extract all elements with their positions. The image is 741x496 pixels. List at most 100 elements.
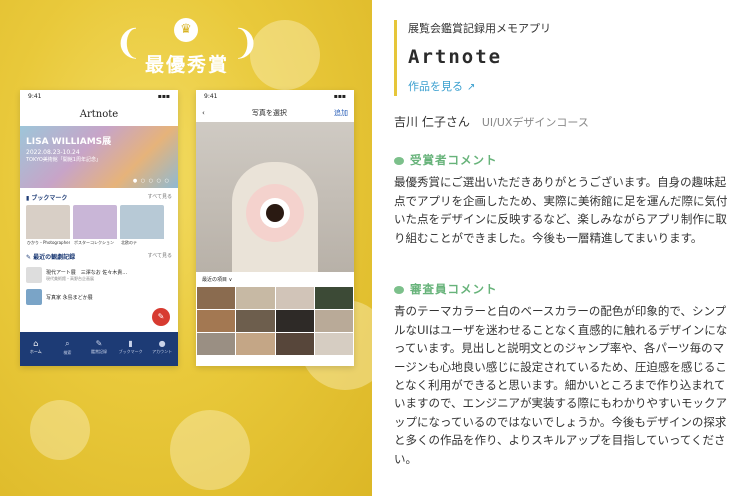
status-bar: 9:41 ▪▪▪ [196, 90, 354, 104]
signal-icon: ▪▪▪ [157, 93, 170, 100]
hero-title: LISA WILLIAMS展 [26, 137, 112, 147]
winner-comment-text: 最優秀賞にご選出いただきありがとうございます。自身の趣味起点でアプリを企画したた… [394, 175, 728, 245]
selected-photo-preview [196, 122, 354, 272]
winner-comment-section: 受賞者コメント 最優秀賞にご選出いただきありがとうございます。自身の趣味起点でア… [394, 151, 734, 247]
view-work-label: 作品を見る [408, 80, 463, 93]
judge-comment-section: 審査員コメント 青のテーマカラーと白のベースカラーの配色が印象的で、シンプルなU… [394, 280, 734, 468]
tab-home[interactable]: ⌂ ホーム [22, 339, 50, 355]
photo-grid [196, 287, 354, 355]
status-time: 9:41 [204, 93, 218, 100]
judge-comment-text: 青のテーマカラーと白のベースカラーの配色が印象的で、シンプルなUIはユーザを迷わ… [394, 304, 728, 466]
back-chevron-icon[interactable]: ‹ [202, 109, 205, 117]
add-record-button[interactable]: ✎ [152, 308, 170, 326]
info-panel: 展覧会鑑賞記録用メモアプリ Artnote 作品を見る ↗ 吉川 仁子さん UI/U… [372, 0, 741, 496]
hero-place: TOKYO美術館「開館1周年記念」 [26, 157, 101, 163]
phone-mockup-photo-select: 9:41 ▪▪▪ ‹ 写真を選択 追加 最近の項目 ∨ [196, 90, 354, 366]
photo-thumbnail[interactable] [314, 333, 353, 355]
photo-thumbnail[interactable] [275, 287, 314, 309]
photo-thumbnail[interactable] [275, 310, 314, 332]
bookmark-icon: ▮ [128, 339, 133, 348]
photo-thumbnail[interactable] [314, 287, 353, 309]
account-icon: ● [158, 339, 166, 348]
photo-thumbnail[interactable] [314, 310, 353, 332]
record-item[interactable]: 現代アート展 三澤なお 佐々木貴… 現代美術館・高野台企画展 [20, 264, 178, 286]
tab-label: ブックマーク [118, 349, 143, 354]
phone-mockup-home: 9:41 ▪▪▪ Artnote LISA WILLIAMS展 2022.08.… [20, 90, 178, 366]
course-name: UI/UXデザインコース [481, 116, 589, 129]
bookmark-see-all-link[interactable]: すべて見る [148, 193, 172, 202]
bokeh-light [30, 400, 90, 460]
photo-thumbnail[interactable] [197, 310, 236, 332]
judge-heading-text: 審査員コメント [410, 282, 498, 296]
record-subtitle: 現代美術館・高野台企画展 [46, 275, 94, 281]
status-bar: 9:41 ▪▪▪ [20, 90, 178, 104]
tab-label: アカウント [152, 349, 173, 354]
tab-records[interactable]: ✎ 鑑賞記録 [85, 339, 113, 355]
tab-bookmark[interactable]: ▮ ブックマーク [117, 339, 145, 355]
showcase-panel: ❨ ♛ ❩ 最優秀賞 9:41 ▪▪▪ Artnote LISA WILLIAM… [0, 0, 372, 496]
bookmark-heading: ブックマーク [31, 195, 68, 202]
bookmark-card-label: ひかり・Photographer展 [26, 239, 70, 247]
bookmark-list: ひかり・Photographer展 ポスターコレクション 北欧のテ [20, 205, 178, 247]
search-icon: ⌕ [65, 338, 70, 348]
add-photo-button[interactable]: 追加 [334, 108, 348, 118]
trophy-icon: ♛ [174, 18, 198, 42]
app-title: Artnote [408, 46, 503, 68]
accent-bar [394, 20, 397, 96]
winner-comment-heading: 受賞者コメント [394, 151, 734, 169]
author-name: 吉川 仁子さん [394, 115, 470, 129]
bookmark-icon: ▮ [26, 195, 30, 202]
signal-icon: ▪▪▪ [333, 93, 346, 100]
pen-icon: ✎ [26, 254, 32, 261]
record-thumbnail [26, 267, 42, 283]
bookmark-card-label: 北欧のテ [120, 239, 164, 247]
winner-heading-text: 受賞者コメント [410, 153, 498, 167]
hero-banner[interactable]: LISA WILLIAMS展 2022.08.23-10.24 TOKYO美術館… [20, 126, 178, 188]
tab-account[interactable]: ● アカウント [148, 339, 176, 355]
status-time: 9:41 [28, 93, 42, 100]
photo-thumbnail[interactable] [197, 333, 236, 355]
photo-shape [266, 204, 284, 222]
award-title: 最優秀賞 [144, 54, 229, 76]
bookmark-section-header: ▮ ブックマーク すべて見る [20, 188, 178, 205]
album-selector[interactable]: 最近の項目 ∨ [196, 272, 354, 287]
tab-label: 検索 [63, 349, 72, 355]
records-section-header: ✎ 最近の観劇記録 すべて見る [20, 247, 178, 264]
photo-nav-bar: ‹ 写真を選択 追加 [196, 104, 354, 122]
record-title: 写真家 永島まどか展 [46, 294, 93, 301]
bookmark-card[interactable]: ポスターコレクション [73, 205, 117, 247]
records-see-all-link[interactable]: すべて見る [148, 252, 172, 261]
speech-bubble-icon [394, 285, 404, 294]
bookmark-card-label: ポスターコレクション [73, 239, 117, 247]
photo-thumbnail[interactable] [197, 287, 236, 309]
record-thumbnail [26, 289, 42, 305]
record-title: 現代アート展 三澤なお 佐々木貴… [46, 269, 128, 276]
home-icon: ⌂ [33, 339, 39, 348]
carousel-dots[interactable]: ● ○ ○ ○ ○ [133, 178, 170, 184]
photo-nav-title: 写真を選択 [251, 109, 287, 117]
photo-thumbnail[interactable] [236, 310, 275, 332]
photo-thumbnail[interactable] [275, 333, 314, 355]
view-work-link[interactable]: 作品を見る ↗ [408, 78, 475, 94]
tab-search[interactable]: ⌕ 検索 [53, 339, 81, 356]
tab-label: 鑑賞記録 [90, 349, 107, 354]
photo-thumbnail[interactable] [236, 333, 275, 355]
external-link-icon: ↗ [467, 82, 476, 93]
tab-label: ホーム [29, 349, 42, 354]
judge-comment-heading: 審査員コメント [394, 280, 734, 298]
app-logo: Artnote [79, 109, 119, 120]
photo-thumbnail[interactable] [236, 287, 275, 309]
tab-bar: ⌂ ホーム ⌕ 検索 ✎ 鑑賞記録 ▮ ブックマーク ● アカウント [20, 332, 178, 366]
pen-icon: ✎ [95, 339, 103, 348]
app-subtitle: 展覧会鑑賞記録用メモアプリ [408, 22, 551, 35]
bookmark-card[interactable]: ひかり・Photographer展 [26, 205, 70, 247]
author-line: 吉川 仁子さん UI/UXデザインコース [394, 113, 589, 130]
speech-bubble-icon [394, 156, 404, 165]
hero-date: 2022.08.23-10.24 [26, 149, 80, 156]
bookmark-card[interactable]: 北欧のテ [120, 205, 164, 247]
records-heading: 最近の観劇記録 [33, 254, 76, 261]
record-item[interactable]: 写真家 永島まどか展 [20, 286, 178, 308]
award-badge: ❨ ♛ ❩ 最優秀賞 [112, 16, 262, 80]
bokeh-light [170, 410, 250, 490]
app-header: Artnote [20, 104, 178, 126]
